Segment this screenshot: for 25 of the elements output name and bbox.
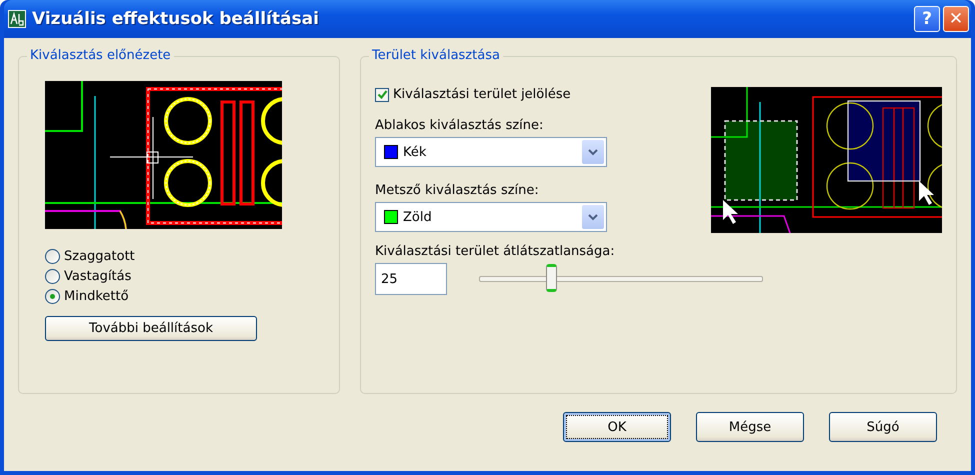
color-dropdown[interactable]: Kék [375, 137, 607, 167]
radio-label: Mindkettő [64, 289, 129, 304]
radio-button[interactable] [45, 249, 60, 264]
radio-button[interactable] [45, 289, 60, 304]
field-label: Kiválasztási terület átlátszatlansága: [375, 244, 616, 259]
radio-option[interactable]: Vastagítás [45, 269, 135, 284]
more-settings-button[interactable]: További beállítások [45, 316, 257, 341]
color-dropdown[interactable]: Zöld [375, 202, 607, 232]
radio-option[interactable]: Szaggatott [45, 249, 135, 264]
opacity-input-field[interactable]: 25 [375, 263, 447, 295]
dialog-button[interactable]: OK [563, 412, 671, 442]
window-title: Vizuális effektusok beállításai [32, 9, 320, 29]
dialog-button[interactable]: Mégse [696, 412, 804, 442]
field-label: Metsző kiválasztás színe: [375, 183, 540, 198]
radio-label: Szaggatott [64, 249, 135, 264]
checkbox[interactable] [375, 88, 389, 102]
help-button[interactable]: ? [914, 6, 940, 32]
radio-label: Vastagítás [64, 269, 132, 284]
slider-thumb[interactable] [546, 264, 556, 292]
radio-button[interactable] [45, 269, 60, 284]
app-icon [8, 10, 26, 28]
dialog-button[interactable]: Súgó [829, 412, 937, 442]
radio-option[interactable]: Mindkettő [45, 289, 135, 304]
field-label: Ablakos kiválasztás színe: [375, 118, 544, 133]
checkbox-label: Kiválasztási terület jelölése [393, 87, 571, 102]
